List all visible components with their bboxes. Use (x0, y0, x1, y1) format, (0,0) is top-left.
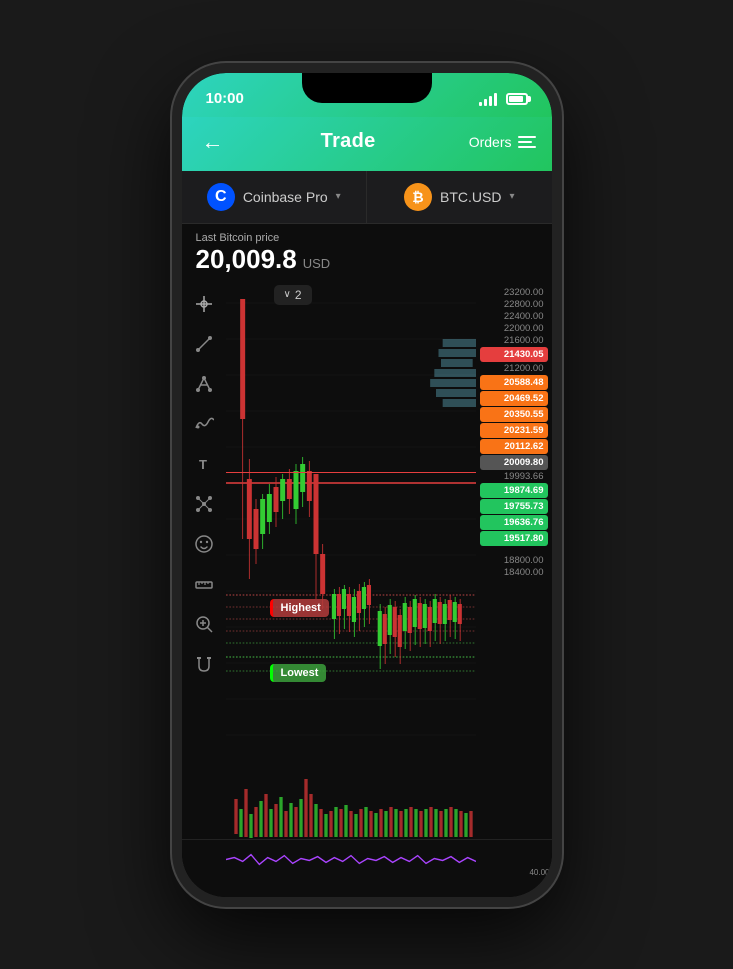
price-value: 20,009.8 USD (196, 244, 538, 275)
price-tick-23200: 23200.00 (480, 287, 548, 298)
price-tick-19636: 19636.76 (480, 515, 548, 530)
chart-area[interactable]: ∨ 2 Highest Lowest (226, 279, 476, 759)
node-tool[interactable] (187, 487, 221, 521)
fork-tool[interactable] (187, 367, 221, 401)
orders-icon (518, 136, 536, 148)
wave-tool[interactable] (187, 407, 221, 441)
signal-bars-icon (479, 92, 497, 106)
price-tick-20231: 20231.59 (480, 423, 548, 438)
indicator-area: 40.00 (182, 839, 552, 879)
indicator-chart (226, 840, 476, 879)
battery-icon (506, 93, 528, 105)
interval-chevron: ∨ (284, 289, 291, 300)
price-currency: USD (303, 256, 330, 271)
price-number: 20,009.8 (196, 244, 297, 275)
highest-label: Highest (270, 599, 329, 617)
crosshair-tool[interactable] (187, 287, 221, 321)
pair-selector[interactable]: ₿ BTC.USD ▾ (367, 171, 552, 223)
lowest-label: Lowest (270, 664, 327, 682)
phone-frame: 10:00 ← Trade Orders (172, 63, 562, 907)
price-tick-18400: 18400.00 (480, 567, 548, 578)
pair-name: BTC.USD (440, 189, 501, 205)
price-tick-21430: 21430.05 (480, 347, 548, 362)
price-tick-20009: 20009.80 (480, 455, 548, 470)
status-icons (479, 92, 528, 106)
volume-chart (226, 759, 476, 839)
price-tick-21600: 21600.00 (480, 335, 548, 346)
header: ← Trade Orders (182, 117, 552, 171)
btc-logo: ₿ (404, 183, 432, 211)
status-time: 10:00 (206, 90, 244, 107)
page-title: Trade (321, 130, 376, 153)
candlestick-chart (226, 279, 476, 759)
price-label: Last Bitcoin price (196, 232, 538, 244)
interval-value: 2 (295, 288, 302, 302)
line-tool[interactable] (187, 327, 221, 361)
price-tick-19755: 19755.73 (480, 499, 548, 514)
price-tick-19993: 19993.66 (480, 471, 548, 482)
emoji-tool[interactable] (187, 527, 221, 561)
price-tick-18800: 18800.00 (480, 555, 548, 566)
interval-badge[interactable]: ∨ 2 (274, 285, 312, 305)
exchange-name: Coinbase Pro (243, 189, 328, 205)
price-tick-20112: 20112.62 (480, 439, 548, 454)
chart-main: T (182, 279, 552, 759)
svg-text:T: T (199, 457, 207, 472)
exchange-bar: C Coinbase Pro ▾ ₿ BTC.USD ▾ (182, 171, 552, 224)
price-info: Last Bitcoin price 20,009.8 USD (182, 224, 552, 279)
price-tick-22800: 22800.00 (480, 299, 548, 310)
coinbase-logo: C (207, 183, 235, 211)
back-button[interactable]: ← (198, 125, 228, 159)
zoom-tool[interactable] (187, 607, 221, 641)
price-tick-22000: 22000.00 (480, 323, 548, 334)
price-tick-19874: 19874.69 (480, 483, 548, 498)
pair-chevron: ▾ (509, 191, 514, 202)
price-tick-20350: 20350.55 (480, 407, 548, 422)
price-tick-20469: 20469.52 (480, 391, 548, 406)
chart-toolbar: T (182, 279, 226, 759)
phone-screen: 10:00 ← Trade Orders (182, 73, 552, 897)
orders-button[interactable]: Orders (469, 134, 536, 150)
notch (302, 73, 432, 103)
exchange-chevron: ▾ (336, 191, 341, 202)
price-tick-20588: 20588.48 (480, 375, 548, 390)
exchange-selector[interactable]: C Coinbase Pro ▾ (182, 171, 368, 223)
volume-area (182, 759, 552, 839)
text-tool[interactable]: T (187, 447, 221, 481)
ruler-tool[interactable] (187, 567, 221, 601)
magnet-tool[interactable] (187, 647, 221, 681)
price-axis: 23200.00 22800.00 22400.00 22000.00 2160… (476, 279, 552, 759)
price-tick-21200: 21200.00 (480, 363, 548, 374)
price-tick-19517: 19517.80 (480, 531, 548, 546)
price-tick-22400: 22400.00 (480, 311, 548, 322)
